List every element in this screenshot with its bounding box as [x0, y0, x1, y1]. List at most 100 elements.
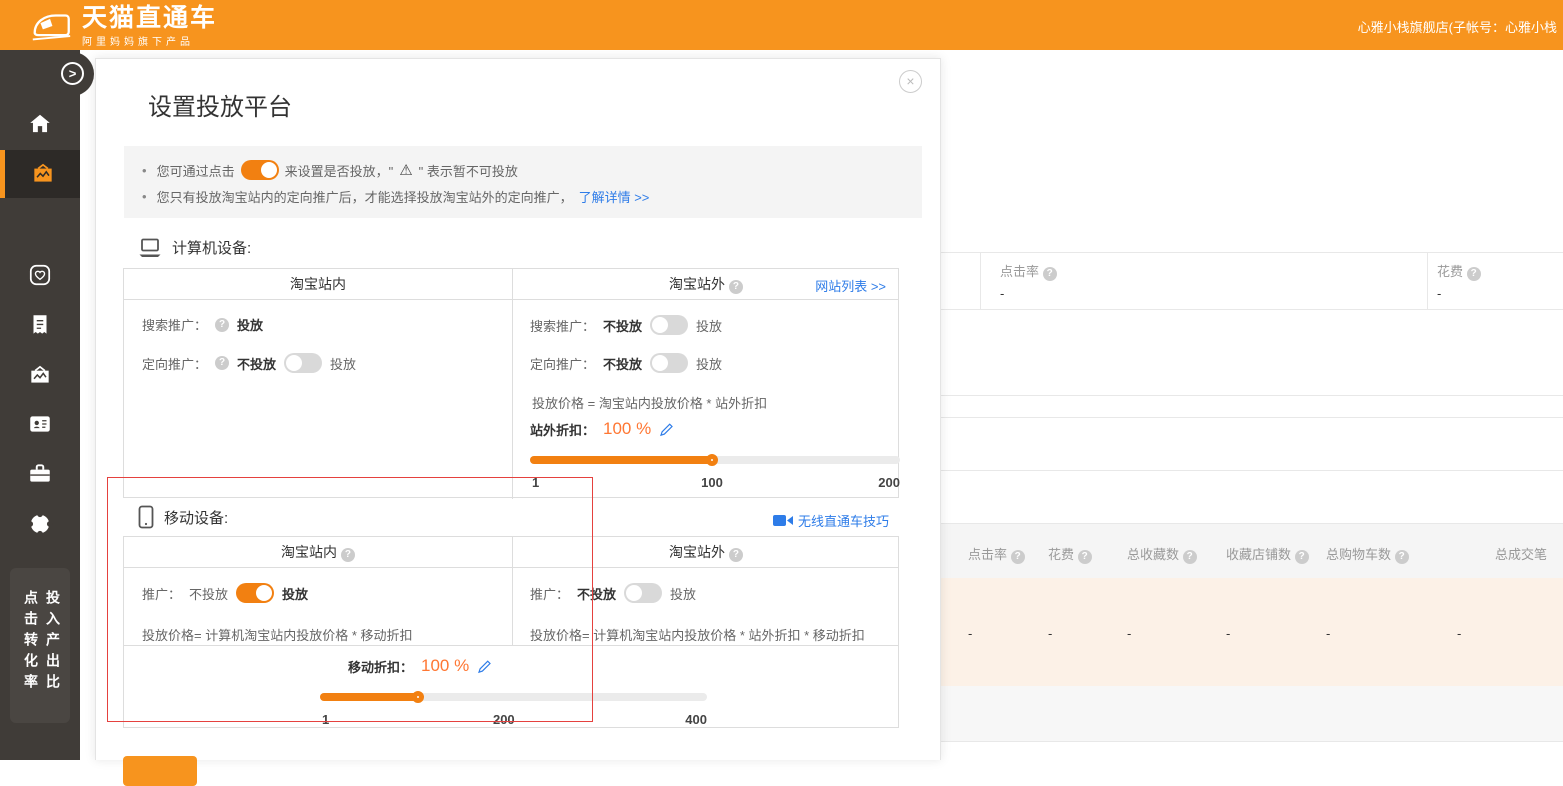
outside-price-formula: 投放价格 = 淘宝站内投放价格 * 站外折扣 [532, 393, 767, 412]
mobile-inside-formula: 投放价格= 计算机淘宝站内投放价格 * 移动折扣 [142, 625, 413, 644]
divider [941, 395, 1563, 396]
campaign-picture-icon [30, 161, 56, 187]
computer-icon [138, 238, 162, 258]
account-name[interactable]: 心雅小栈旗舰店(子帐号：心雅小栈 [1358, 17, 1557, 36]
help-icon[interactable]: ? [341, 548, 355, 562]
account-card-icon [27, 411, 53, 437]
help-icon[interactable]: ? [729, 548, 743, 562]
slider-ticks: 1 200 400 [320, 712, 707, 728]
sidebar: > [0, 50, 80, 760]
setup-platform-modal: × 设置投放平台 • 您可通过点击 来设置是否投放，"⚠" 表示暂不可投放 • … [95, 58, 941, 760]
slider-ticks: 1 100 200 [530, 475, 900, 491]
help-icon[interactable]: ? [1043, 267, 1057, 281]
help-icon[interactable]: ? [215, 318, 229, 332]
app-subtitle: 阿里妈妈旗下产品 [82, 33, 217, 48]
column-header: 收藏店铺数 ? [1226, 544, 1309, 564]
slider-knob[interactable] [706, 454, 718, 466]
divider [941, 417, 1563, 418]
computer-inside-target-toggle[interactable] [284, 353, 322, 373]
help-icon[interactable]: ? [215, 356, 229, 370]
sidebar-item-apps[interactable] [0, 500, 80, 548]
mobile-inside-promo-toggle[interactable] [236, 583, 274, 603]
table-footer-band [941, 686, 1563, 742]
divider [941, 252, 1563, 253]
close-icon[interactable]: × [899, 70, 922, 93]
metric-roi-vertical-label: 投入产出比 [43, 590, 63, 695]
mobile-inside-header: 淘宝站内 ? [124, 537, 512, 567]
apps-wheel-icon [27, 511, 53, 537]
bullet: • [142, 189, 147, 204]
sidebar-metrics-panel[interactable]: 点击转化率 投入产出比 [10, 568, 70, 723]
help-icon[interactable]: ? [1078, 550, 1092, 564]
bullet: • [142, 163, 147, 178]
mobile-discount-slider[interactable] [320, 693, 707, 701]
metric-label-ctr: 点击率 ? [1000, 261, 1057, 281]
top-header-bar: 天猫直通车 阿里妈妈旗下产品 心雅小栈旗舰店(子帐号：心雅小栈 [0, 0, 1563, 50]
mobile-discount-row: 移动折扣： 100 % [348, 656, 492, 676]
mobile-outside-promo-toggle[interactable] [624, 583, 662, 603]
column-header: 花费 ? [1048, 544, 1092, 564]
table-row[interactable]: - - - - - - [941, 578, 1563, 686]
column-header: 点击率 ? [968, 544, 1025, 564]
page-title: 设置投放平台 [148, 87, 292, 122]
edit-pencil-icon[interactable] [659, 422, 674, 437]
sidebar-item-creatives[interactable] [0, 351, 80, 399]
table-header-row: 点击率 ? 花费 ? 总收藏数 ? 收藏店铺数 ? 总购物车数 ? 总成交笔 [941, 523, 1563, 578]
sidebar-item-reports[interactable] [0, 301, 80, 349]
sidebar-item-tools[interactable] [0, 450, 80, 498]
slider-knob[interactable] [412, 691, 424, 703]
help-icon[interactable]: ? [729, 280, 743, 294]
computer-inside-search-row: 搜索推广： ? 投放 [142, 315, 263, 334]
example-toggle[interactable] [241, 160, 279, 180]
help-icon[interactable]: ? [1295, 550, 1309, 564]
metric-label-cost: 花费 ? [1437, 261, 1481, 281]
search-state-on: 投放 [237, 315, 263, 334]
mobile-platform-table: 淘宝站内 ? 淘宝站外 ? 推广： 不投放 投放 投放价格= 计算机淘宝站内投放… [123, 536, 899, 728]
video-camera-icon [773, 514, 793, 527]
divider [941, 309, 1563, 310]
computer-inside-header: 淘宝站内 [124, 269, 512, 299]
computer-platform-table: 淘宝站内 淘宝站外 ? 网站列表 >> 搜索推广： ? 投放 定向推广： ? 不… [123, 268, 899, 498]
column-header: 总购物车数 ? [1326, 544, 1409, 564]
mobile-discount-value: 100 % [421, 656, 469, 676]
learn-more-link[interactable]: 了解详情 >> [579, 187, 650, 206]
notice-line-1: • 您可通过点击 来设置是否投放，"⚠" 表示暂不可投放 [142, 157, 904, 183]
confirm-button[interactable] [123, 756, 197, 786]
outside-discount-row: 站外折扣： 100 % [530, 419, 674, 439]
help-icon[interactable]: ? [1183, 550, 1197, 564]
column-header: 总收藏数 ? [1127, 544, 1197, 564]
favorite-heart-icon [27, 262, 53, 288]
edit-pencil-icon[interactable] [477, 659, 492, 674]
app-title: 天猫直通车 [82, 5, 217, 31]
computer-outside-target-toggle[interactable] [650, 353, 688, 373]
computer-outside-target-row: 定向推广： 不投放 投放 [530, 353, 722, 373]
computer-outside-search-toggle[interactable] [650, 315, 688, 335]
column-header: 总成交笔 [1495, 544, 1547, 563]
notice-line-2: • 您只有投放淘宝站内的定向推广后，才能选择投放淘宝站外的定向推广，了解详情 >… [142, 183, 904, 209]
outside-discount-slider[interactable] [530, 456, 900, 464]
divider [980, 252, 981, 309]
help-icon[interactable]: ? [1467, 267, 1481, 281]
expand-chevron-icon[interactable]: > [61, 62, 84, 85]
help-icon[interactable]: ? [1395, 550, 1409, 564]
cell-value: - [1226, 626, 1230, 641]
background-report-area: 点击率 ? - 花费 ? - 点击率 ? 花费 ? 总收藏数 ? 收藏店铺数 ?… [941, 50, 1563, 760]
sidebar-item-favorites[interactable] [0, 251, 80, 299]
sidebar-item-campaign-active[interactable] [0, 150, 80, 198]
sidebar-item-accounts[interactable] [0, 400, 80, 448]
sidebar-item-home[interactable] [0, 100, 80, 148]
outside-discount-value: 100 % [603, 419, 651, 439]
metric-ctr-vertical-label: 点击转化率 [21, 590, 41, 695]
website-list-link[interactable]: 网站列表 >> [815, 276, 886, 295]
divider [124, 299, 898, 300]
target-state-off: 不投放 [237, 354, 276, 373]
warning-icon: ⚠ [399, 161, 412, 179]
app-logo[interactable]: 天猫直通车 阿里妈妈旗下产品 [28, 5, 217, 48]
help-icon[interactable]: ? [1011, 550, 1025, 564]
metric-value-cost: - [1437, 286, 1441, 301]
cell-value: - [1457, 626, 1461, 641]
wireless-tips-link[interactable]: 无线直通车技巧 [773, 511, 889, 530]
home-icon [27, 111, 53, 137]
mobile-phone-icon [138, 505, 154, 529]
briefcase-icon [27, 461, 53, 487]
